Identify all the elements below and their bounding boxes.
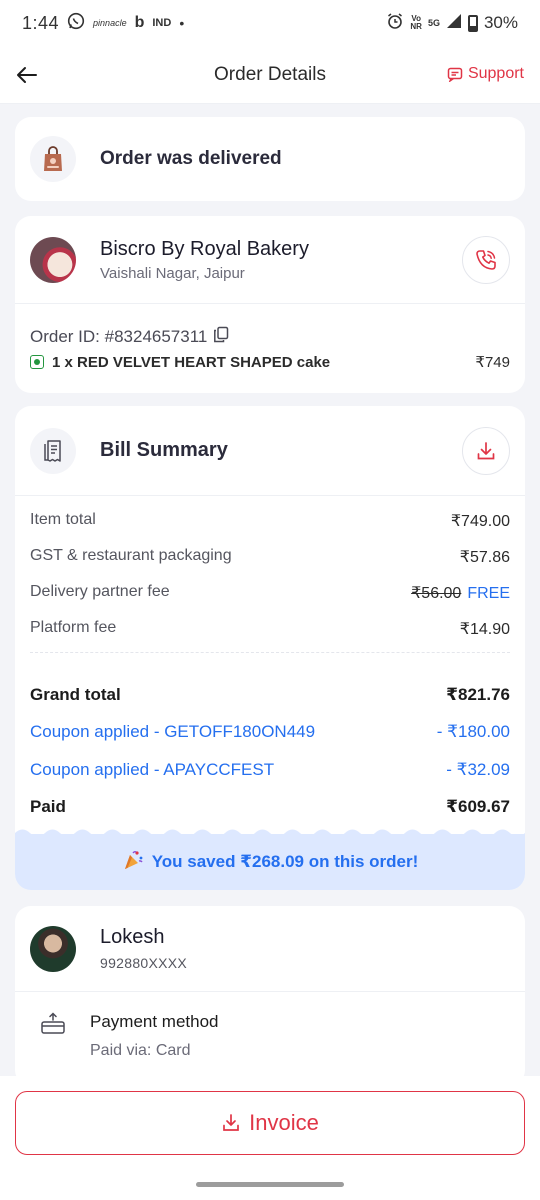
order-id-text: Order ID: #8324657311 [30,327,208,346]
nr-label: NR [410,22,422,31]
party-popper-icon [122,849,144,876]
coupon-value: - ₹180.00 [436,722,510,741]
order-item-row: 1 x RED VELVET HEART SHAPED cake ₹749 [30,353,510,371]
paid-label: Paid [30,797,66,816]
bill-row-value: ₹14.90 [459,621,510,638]
bottom-action-bar: Invoice [0,1076,540,1200]
original-delivery-fee: ₹56.00 [411,585,462,602]
bill-row-platform-fee: Platform fee ₹14.90 [30,619,510,639]
payment-method-title: Payment method [90,1012,219,1031]
grand-total-value: ₹821.76 [446,685,510,704]
coupon-row: Coupon applied - APAYCCFEST - ₹32.09 [30,760,510,780]
bing-icon: b [134,14,145,31]
bill-row-delivery-fee: Delivery partner fee ₹56.00 FREE [30,583,510,603]
invoice-button[interactable]: Invoice [15,1091,525,1155]
status-bar: 1:44 pinnacle b IND • Vo NR 5G 30% [0,0,540,46]
coupon-value: - ₹32.09 [446,760,510,779]
order-item-label: 1 x RED VELVET HEART SHAPED cake [52,353,331,371]
whatsapp-icon [67,12,85,35]
battery-icon [467,14,478,32]
ind-icon: IND [152,17,172,29]
customer-name: Lokesh [100,926,165,948]
bill-divider [30,652,510,653]
call-restaurant-button[interactable] [462,236,510,284]
app-header: Order Details Support [0,46,540,104]
veg-icon [30,355,44,369]
customer-phone: 992880XXXX [100,955,188,971]
restaurant-card: Biscro By Royal Bakery Vaishali Nagar, J… [15,216,525,393]
savings-text: You saved ₹268.09 on this order! [151,852,419,871]
avatar [30,925,76,972]
page-title: Order Details [214,63,326,85]
restaurant-location: Vaishali Nagar, Jaipur [100,264,245,282]
gesture-bar[interactable] [196,1182,344,1187]
pinnacle-icon: pinnacle [93,18,127,28]
notification-dot: • [179,15,185,31]
order-item-price: ₹749 [475,354,510,371]
battery-percent: 30% [483,13,518,32]
bill-summary-title: Bill Summary [100,439,228,461]
payment-method-detail: Paid via: Card [90,1042,191,1059]
payment-method-row: Payment method Paid via: Card [15,992,525,1060]
savings-banner: You saved ₹268.09 on this order! [15,834,525,890]
download-icon [223,1114,239,1131]
receipt-icon [30,427,76,474]
bill-row-item-total: Item total ₹749.00 [30,511,510,531]
phone-icon [476,250,496,270]
delivery-status-card: Order was delivered [15,117,525,201]
status-time: 1:44 [22,12,60,33]
order-id: Order ID: #8324657311 [30,326,229,348]
alarm-icon [386,12,404,35]
signal-icon [446,13,462,34]
coupon-label: Coupon applied - APAYCCFEST [30,760,275,779]
volte-indicator: Vo NR [410,15,422,31]
customer-card: Lokesh 992880XXXX Payment method Paid vi… [15,906,525,1086]
restaurant-name[interactable]: Biscro By Royal Bakery [100,238,309,261]
support-label: Support [467,65,524,82]
bill-row-label: Platform fee [30,619,117,636]
bill-row-label: Item total [30,511,96,528]
bill-row-label: GST & restaurant packaging [30,547,232,564]
bill-row-value: ₹749.00 [450,513,510,530]
paid-value: ₹609.67 [446,797,510,816]
network-type: 5G [427,18,440,28]
coupon-row: Coupon applied - GETOFF180ON449 - ₹180.0… [30,722,510,742]
coupon-label: Coupon applied - GETOFF180ON449 [30,722,316,741]
download-icon [477,442,495,460]
card-icon [40,1012,66,1060]
arrow-left-icon [17,67,37,83]
restaurant-image[interactable] [30,236,76,283]
support-chat-icon [447,67,463,82]
bag-icon [30,136,76,182]
bill-row-value: ₹56.00 FREE [411,583,510,603]
grand-total-row: Grand total ₹821.76 [30,685,510,705]
delivery-status-text: Order was delivered [100,148,282,169]
download-bill-button[interactable] [462,427,510,475]
copy-icon[interactable] [213,326,229,348]
bill-row-label: Delivery partner fee [30,583,170,600]
invoice-label: Invoice [249,1110,319,1135]
bill-summary-card: Bill Summary Item total ₹749.00 GST & re… [15,406,525,890]
back-button[interactable] [12,60,42,90]
bill-row-gst: GST & restaurant packaging ₹57.86 [30,547,510,567]
bill-row-value: ₹57.86 [459,549,510,566]
grand-total-label: Grand total [30,685,121,704]
wave-divider [15,829,525,840]
paid-row: Paid ₹609.67 [30,797,510,817]
support-button[interactable]: Support [447,65,524,83]
free-badge: FREE [467,585,510,602]
